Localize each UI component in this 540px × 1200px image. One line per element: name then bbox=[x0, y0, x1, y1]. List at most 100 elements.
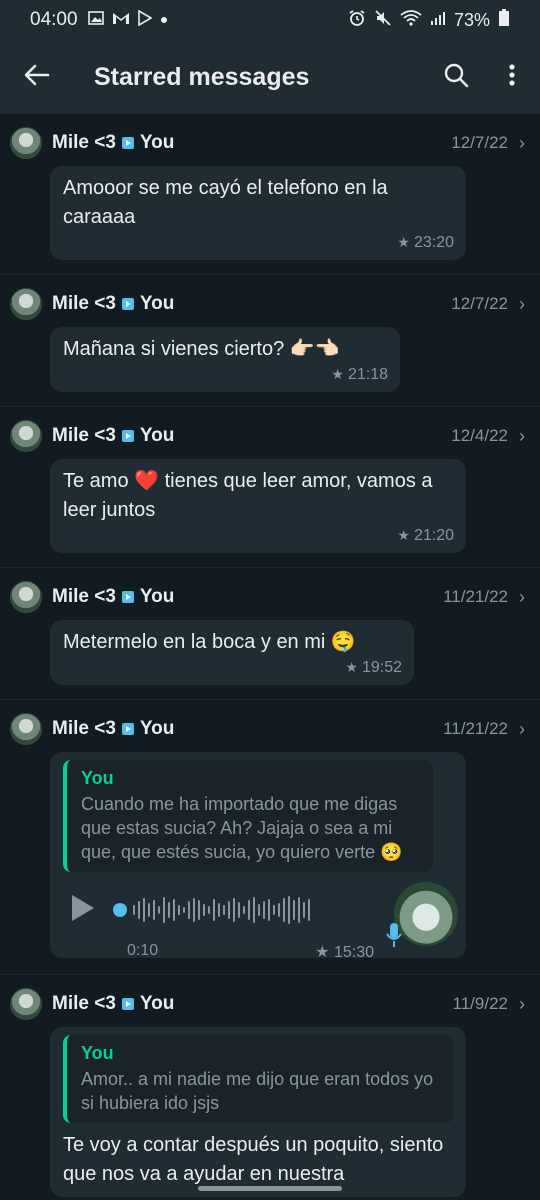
item-header: Mile <3 You 11/9/22 › bbox=[0, 987, 540, 1021]
message-bubble[interactable]: Te amo ❤️ tienes que leer amor, vamos a … bbox=[50, 459, 466, 553]
message-meta: ★ 21:18 bbox=[63, 366, 388, 384]
message-text: Te amo ❤️ tienes que leer amor, vamos a … bbox=[63, 470, 433, 521]
item-header: Mile <3 You 11/21/22 › bbox=[0, 712, 540, 746]
recipient-name: You bbox=[139, 586, 175, 607]
star-icon: ★ bbox=[397, 234, 410, 250]
search-icon bbox=[443, 62, 469, 93]
avatar[interactable] bbox=[10, 127, 42, 159]
avatar[interactable] bbox=[10, 288, 42, 320]
search-button[interactable] bbox=[428, 40, 484, 114]
more-options-button[interactable] bbox=[484, 40, 540, 114]
message-meta: ★ 19:52 bbox=[63, 659, 402, 677]
message-bubble[interactable]: Mañana si vienes cierto? 👉🏻👈🏻 ★ 21:18 bbox=[50, 327, 400, 392]
starred-item[interactable]: Mile <3 You 12/7/22 › Mañana si vienes c… bbox=[0, 275, 540, 407]
notification-icons bbox=[87, 9, 168, 31]
message-date: 11/21/22 bbox=[443, 587, 508, 606]
avatar[interactable] bbox=[10, 420, 42, 452]
back-button[interactable] bbox=[0, 40, 74, 114]
star-icon: ★ bbox=[315, 944, 334, 961]
chevron-right-icon[interactable]: › bbox=[516, 426, 528, 447]
gesture-nav-bar[interactable] bbox=[198, 1186, 342, 1191]
chevron-right-icon[interactable]: › bbox=[516, 587, 528, 608]
recipient-name: You bbox=[139, 425, 175, 446]
message-text: Amooor se me cayó el telefono en la cara… bbox=[63, 177, 388, 228]
system-icons: 73% bbox=[348, 8, 510, 32]
page-title: Starred messages bbox=[94, 62, 310, 91]
image-icon bbox=[87, 10, 104, 30]
starred-item[interactable]: Mile <3 You 11/21/22 › Metermelo en la b… bbox=[0, 568, 540, 700]
message-meta: ★ 15:30 bbox=[315, 942, 374, 962]
starred-item[interactable]: Mile <3 You 12/4/22 › Te amo ❤️ tienes q… bbox=[0, 407, 540, 568]
quoted-message[interactable]: You Amor.. a mi nadie me dijo que eran t… bbox=[63, 1035, 453, 1123]
avatar[interactable] bbox=[10, 988, 42, 1020]
wifi-icon bbox=[400, 9, 422, 31]
chevron-right-icon[interactable]: › bbox=[516, 994, 528, 1015]
voice-duration: 0:10 bbox=[127, 942, 159, 959]
forward-arrow-icon bbox=[121, 998, 134, 1010]
message-date: 12/4/22 bbox=[451, 426, 508, 445]
mute-icon bbox=[374, 9, 392, 32]
recipient-name: You bbox=[139, 993, 175, 1014]
message-bubble[interactable]: You Cuando me ha importado que me digas … bbox=[50, 752, 466, 961]
play-store-icon bbox=[137, 9, 153, 31]
forward-arrow-icon bbox=[121, 430, 134, 442]
message-bubble[interactable]: Metermelo en la boca y en mi 🤤 ★ 19:52 bbox=[50, 620, 414, 685]
message-meta: ★ 23:20 bbox=[63, 234, 454, 252]
sender-name: Mile <3 bbox=[52, 132, 116, 153]
sender-name: Mile <3 bbox=[52, 293, 116, 314]
message-text: Metermelo en la boca y en mi 🤤 bbox=[63, 631, 356, 653]
quoted-message[interactable]: You Cuando me ha importado que me digas … bbox=[63, 760, 433, 872]
gmail-icon bbox=[112, 11, 130, 30]
seek-handle[interactable] bbox=[113, 903, 127, 917]
chevron-right-icon[interactable]: › bbox=[516, 294, 528, 315]
star-icon: ★ bbox=[331, 366, 344, 382]
avatar[interactable] bbox=[10, 713, 42, 745]
starred-item[interactable]: Mile <3 You 11/21/22 › You Cuando me ha … bbox=[0, 700, 540, 975]
message-date: 11/9/22 bbox=[452, 994, 508, 1013]
recipient-name: You bbox=[139, 132, 175, 153]
message-date: 12/7/22 bbox=[451, 294, 508, 313]
message-meta: ★ 21:20 bbox=[63, 527, 454, 545]
star-icon: ★ bbox=[397, 527, 410, 543]
message-bubble[interactable]: Amooor se me cayó el telefono en la cara… bbox=[50, 166, 466, 260]
play-icon bbox=[70, 893, 96, 928]
starred-messages-list[interactable]: Mile <3 You 12/7/22 › Amooor se me cayó … bbox=[0, 114, 540, 1200]
message-date: 12/7/22 bbox=[451, 133, 508, 152]
quoted-text: Amor.. a mi nadie me dijo que eran todos… bbox=[81, 1069, 434, 1113]
message-time: 21:18 bbox=[347, 366, 388, 383]
arrow-back-icon bbox=[24, 64, 50, 91]
avatar[interactable] bbox=[10, 581, 42, 613]
dot-icon bbox=[160, 11, 168, 29]
message-text: Mañana si vienes cierto? 👉🏻👈🏻 bbox=[63, 338, 340, 360]
message-time: 21:20 bbox=[413, 527, 454, 544]
message-text: Te voy a contar después un poquito, sien… bbox=[63, 1134, 444, 1185]
item-header: Mile <3 You 11/21/22 › bbox=[0, 580, 540, 614]
message-bubble[interactable]: You Amor.. a mi nadie me dijo que eran t… bbox=[50, 1027, 466, 1197]
mic-icon bbox=[386, 922, 404, 948]
recipient-name: You bbox=[139, 293, 175, 314]
starred-item[interactable]: Mile <3 You 11/9/22 › You Amor.. a mi na… bbox=[0, 975, 540, 1200]
status-bar: 04:00 73% bbox=[0, 0, 540, 40]
message-time: 23:20 bbox=[413, 234, 454, 251]
battery-percent: 73% bbox=[453, 9, 490, 30]
message-date: 11/21/22 bbox=[443, 719, 508, 738]
alarm-icon bbox=[348, 9, 366, 32]
forward-arrow-icon bbox=[121, 723, 134, 735]
forward-arrow-icon bbox=[121, 591, 134, 603]
quoted-text: Cuando me ha importado que me digas que … bbox=[81, 794, 403, 862]
item-header: Mile <3 You 12/7/22 › bbox=[0, 126, 540, 160]
message-time: 19:52 bbox=[361, 659, 402, 676]
more-vert-icon bbox=[508, 63, 516, 92]
waveform[interactable] bbox=[133, 894, 310, 926]
quoted-sender: You bbox=[81, 1043, 114, 1063]
starred-item[interactable]: Mile <3 You 12/7/22 › Amooor se me cayó … bbox=[0, 114, 540, 275]
chevron-right-icon[interactable]: › bbox=[516, 719, 528, 740]
play-button[interactable] bbox=[63, 890, 103, 930]
recipient-name: You bbox=[139, 718, 175, 739]
status-time: 04:00 bbox=[30, 9, 78, 30]
star-icon: ★ bbox=[345, 659, 358, 675]
app-bar: Starred messages bbox=[0, 40, 540, 114]
forward-arrow-icon bbox=[121, 298, 134, 310]
sender-name: Mile <3 bbox=[52, 718, 116, 739]
chevron-right-icon[interactable]: › bbox=[516, 133, 528, 154]
